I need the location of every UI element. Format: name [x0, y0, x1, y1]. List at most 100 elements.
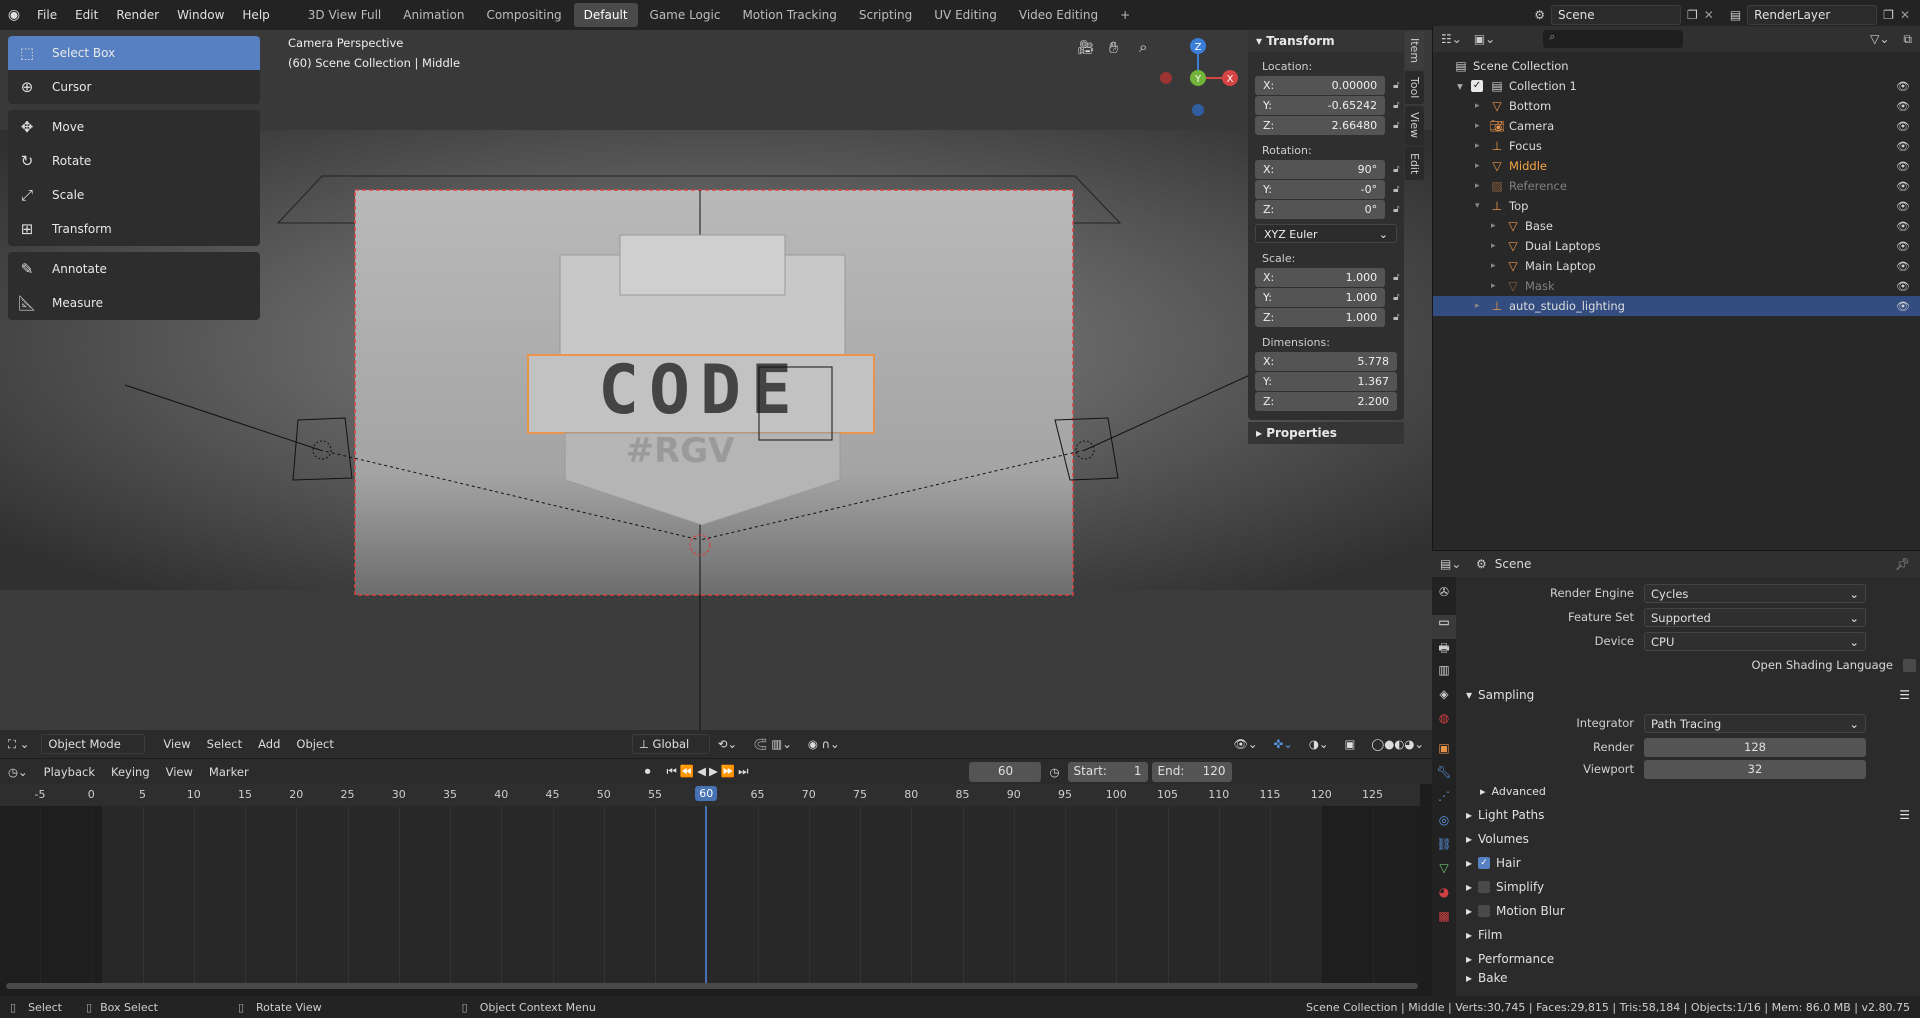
outliner-collection-1[interactable]: ▾ ✓ ▤ Collection 1 👁︎	[1433, 76, 1920, 96]
expand-arrow-icon[interactable]: ▸	[1475, 101, 1489, 111]
eye-icon[interactable]: 👁︎	[1896, 200, 1910, 213]
outliner-item-auto-studio-lighting[interactable]: ▸ ⊥ auto_studio_lighting 👁︎	[1433, 296, 1920, 316]
lock-icon[interactable]: 🔓︎	[1393, 184, 1404, 196]
workspace-tab-default[interactable]: Default	[573, 3, 638, 27]
modifier-tab-icon[interactable]: 🔧︎	[1432, 765, 1456, 789]
add-workspace-icon[interactable]: +	[1110, 3, 1140, 27]
bake-section-header[interactable]: ▸ Bake	[1460, 971, 1920, 985]
scene-tab-icon[interactable]: ◈	[1432, 687, 1456, 711]
osl-checkbox[interactable]	[1903, 658, 1916, 672]
sidebar-tab-view[interactable]: View	[1405, 106, 1424, 145]
sidebar-tab-edit[interactable]: Edit	[1405, 146, 1424, 180]
properties-editor-type-icon[interactable]: ▤⌄	[1440, 557, 1461, 571]
expand-arrow-icon[interactable]: ▸	[1475, 121, 1489, 131]
overlay-icon[interactable]: ◑⌄	[1301, 737, 1337, 751]
outliner-scene-collection[interactable]: ▤ Scene Collection	[1433, 56, 1920, 76]
eye-icon[interactable]: 👁︎	[1896, 180, 1910, 193]
outliner-item-dual-laptops[interactable]: ▸ ▽ Dual Laptops 👁︎	[1433, 236, 1920, 256]
editor-type-icon[interactable]: ⛶ ⌄	[0, 737, 37, 752]
frame-ruler[interactable]: -5 0 5 10 15 20 25 30 35 40 45 50 55 60 65 70 75 80 85 90 95…	[0, 784, 1420, 806]
scene-selector[interactable]: Scene	[1551, 5, 1681, 25]
transform-panel-header[interactable]: ▾ Transform	[1248, 30, 1404, 52]
collection-checkbox[interactable]: ✓	[1471, 80, 1483, 92]
sidebar-tab-item[interactable]: Item	[1405, 32, 1424, 70]
outliner-item-camera[interactable]: ▸ 📷︎ Camera 👁︎	[1433, 116, 1920, 136]
hair-checkbox[interactable]: ✓	[1478, 857, 1491, 869]
menu-file[interactable]: File	[28, 0, 66, 30]
expand-arrow-icon[interactable]: ▸	[1491, 221, 1505, 231]
pin-icon[interactable]: 📌︎	[1895, 557, 1910, 571]
tool-rotate[interactable]: ↻ Rotate	[8, 144, 260, 178]
workspace-tab-game-logic[interactable]: Game Logic	[640, 3, 731, 27]
film-section-header[interactable]: ▸ Film	[1460, 923, 1920, 947]
object-tab-icon[interactable]: ▣	[1432, 741, 1456, 765]
lock-icon[interactable]: 🔓︎	[1393, 312, 1404, 324]
playback-controls[interactable]: ⏮⏪◀▶⏩⏭	[658, 764, 759, 779]
workspace-tab-3d-view-full[interactable]: 3D View Full	[298, 3, 392, 27]
eye-icon[interactable]: 👁︎	[1896, 80, 1910, 93]
snap-icon[interactable]: 🧲︎ ▥⌄	[745, 737, 800, 751]
simplify-checkbox[interactable]	[1478, 881, 1491, 893]
dimensions-z-field[interactable]: Z: 2.200	[1255, 392, 1397, 411]
menu-keying[interactable]: Keying	[103, 765, 158, 779]
motion-blur-checkbox[interactable]	[1478, 905, 1491, 917]
display-mode-icon[interactable]: ☷⌄	[1441, 32, 1462, 46]
tool-select-box[interactable]: ⬚ Select Box	[8, 36, 260, 70]
scale-z-field[interactable]: Z: 1.000	[1255, 308, 1386, 327]
data-tab-icon[interactable]: ▽	[1432, 861, 1456, 885]
light-paths-section-header[interactable]: ▸ Light Paths ☰	[1460, 803, 1920, 827]
scale-y-field[interactable]: Y: 1.000	[1255, 288, 1386, 307]
eye-icon[interactable]: 👁︎	[1896, 240, 1910, 253]
menu-window[interactable]: Window	[168, 0, 233, 30]
hair-section-header[interactable]: ▸ ✓ Hair	[1460, 851, 1920, 875]
expand-arrow-icon[interactable]: ▸	[1491, 261, 1505, 271]
lock-icon[interactable]: 🔓︎	[1393, 100, 1404, 112]
tool-scale[interactable]: ⤢ Scale	[8, 178, 260, 212]
location-y-field[interactable]: Y: -0.65242	[1255, 96, 1386, 115]
rotation-z-field[interactable]: Z: 0°	[1255, 200, 1386, 219]
sidebar-tab-tool[interactable]: Tool	[1405, 71, 1424, 105]
tool-cursor[interactable]: ⊕ Cursor	[8, 70, 260, 104]
list-presets-icon[interactable]: ☰	[1899, 808, 1910, 822]
menu-edit[interactable]: Edit	[66, 0, 107, 30]
outliner-item-focus[interactable]: ▸ ⊥ Focus 👁︎	[1433, 136, 1920, 156]
expand-arrow-icon[interactable]: ▸	[1491, 281, 1505, 291]
tool-measure[interactable]: 📐︎ Measure	[8, 286, 260, 320]
performance-section-header[interactable]: ▸ Performance	[1460, 947, 1920, 971]
current-frame-field[interactable]: 60	[969, 761, 1042, 782]
lock-icon[interactable]: 🔓︎	[1393, 292, 1404, 304]
lock-icon[interactable]: 🔓︎	[1393, 120, 1404, 132]
tool-transform[interactable]: ⊞ Transform	[8, 212, 260, 246]
feature-set-select[interactable]: Supported ⌄	[1644, 607, 1866, 627]
workspace-tab-uv-editing[interactable]: UV Editing	[924, 3, 1007, 27]
lock-icon[interactable]: 🔓︎	[1393, 80, 1404, 92]
proportional-edit-icon[interactable]: ◉ ∩⌄	[800, 737, 848, 751]
render-tab-icon[interactable]: ▭	[1432, 615, 1456, 639]
eye-icon[interactable]: 👁︎	[1896, 120, 1910, 133]
outliner-item-main-laptop[interactable]: ▸ ▽ Main Laptop 👁︎	[1433, 256, 1920, 276]
end-frame-field[interactable]: End: 120	[1151, 761, 1232, 782]
menu-help[interactable]: Help	[233, 0, 278, 30]
expand-arrow-icon[interactable]: ▸	[1491, 241, 1505, 251]
navigation-gizmo[interactable]: Z X Y	[1156, 34, 1240, 118]
timeline-editor-icon[interactable]: ◷⌄	[0, 765, 36, 779]
tool-tab-icon[interactable]: ✇	[1432, 585, 1456, 609]
device-select[interactable]: CPU ⌄	[1644, 631, 1866, 651]
rotation-x-field[interactable]: X: 90°	[1255, 160, 1386, 179]
location-z-field[interactable]: Z: 2.66480	[1255, 116, 1386, 135]
record-icon[interactable]: ⏺	[637, 764, 659, 779]
copy-view-layer-icon[interactable]: ❐	[1883, 8, 1894, 22]
eye-icon[interactable]: 👁︎	[1896, 280, 1910, 293]
workspace-tab-scripting[interactable]: Scripting	[849, 3, 922, 27]
expand-arrow-icon[interactable]: ▸	[1475, 141, 1489, 151]
menu-marker[interactable]: Marker	[201, 765, 257, 779]
pan-hand-icon[interactable]: ✋︎	[1109, 38, 1118, 58]
visibility-icon[interactable]: 👁︎⌄	[1225, 737, 1265, 751]
view-layer-tab-icon[interactable]: ▥	[1432, 663, 1456, 687]
outliner-item-base[interactable]: ▸ ▽ Base 👁︎	[1433, 216, 1920, 236]
list-presets-icon[interactable]: ☰	[1899, 688, 1910, 702]
properties-subpanel-header[interactable]: ▸ Properties	[1248, 422, 1404, 444]
lock-icon[interactable]: 🔓︎	[1393, 204, 1404, 216]
copy-scene-icon[interactable]: ❐	[1687, 8, 1698, 22]
shading-modes-icon[interactable]: ◯●◐◕⌄	[1363, 737, 1432, 751]
